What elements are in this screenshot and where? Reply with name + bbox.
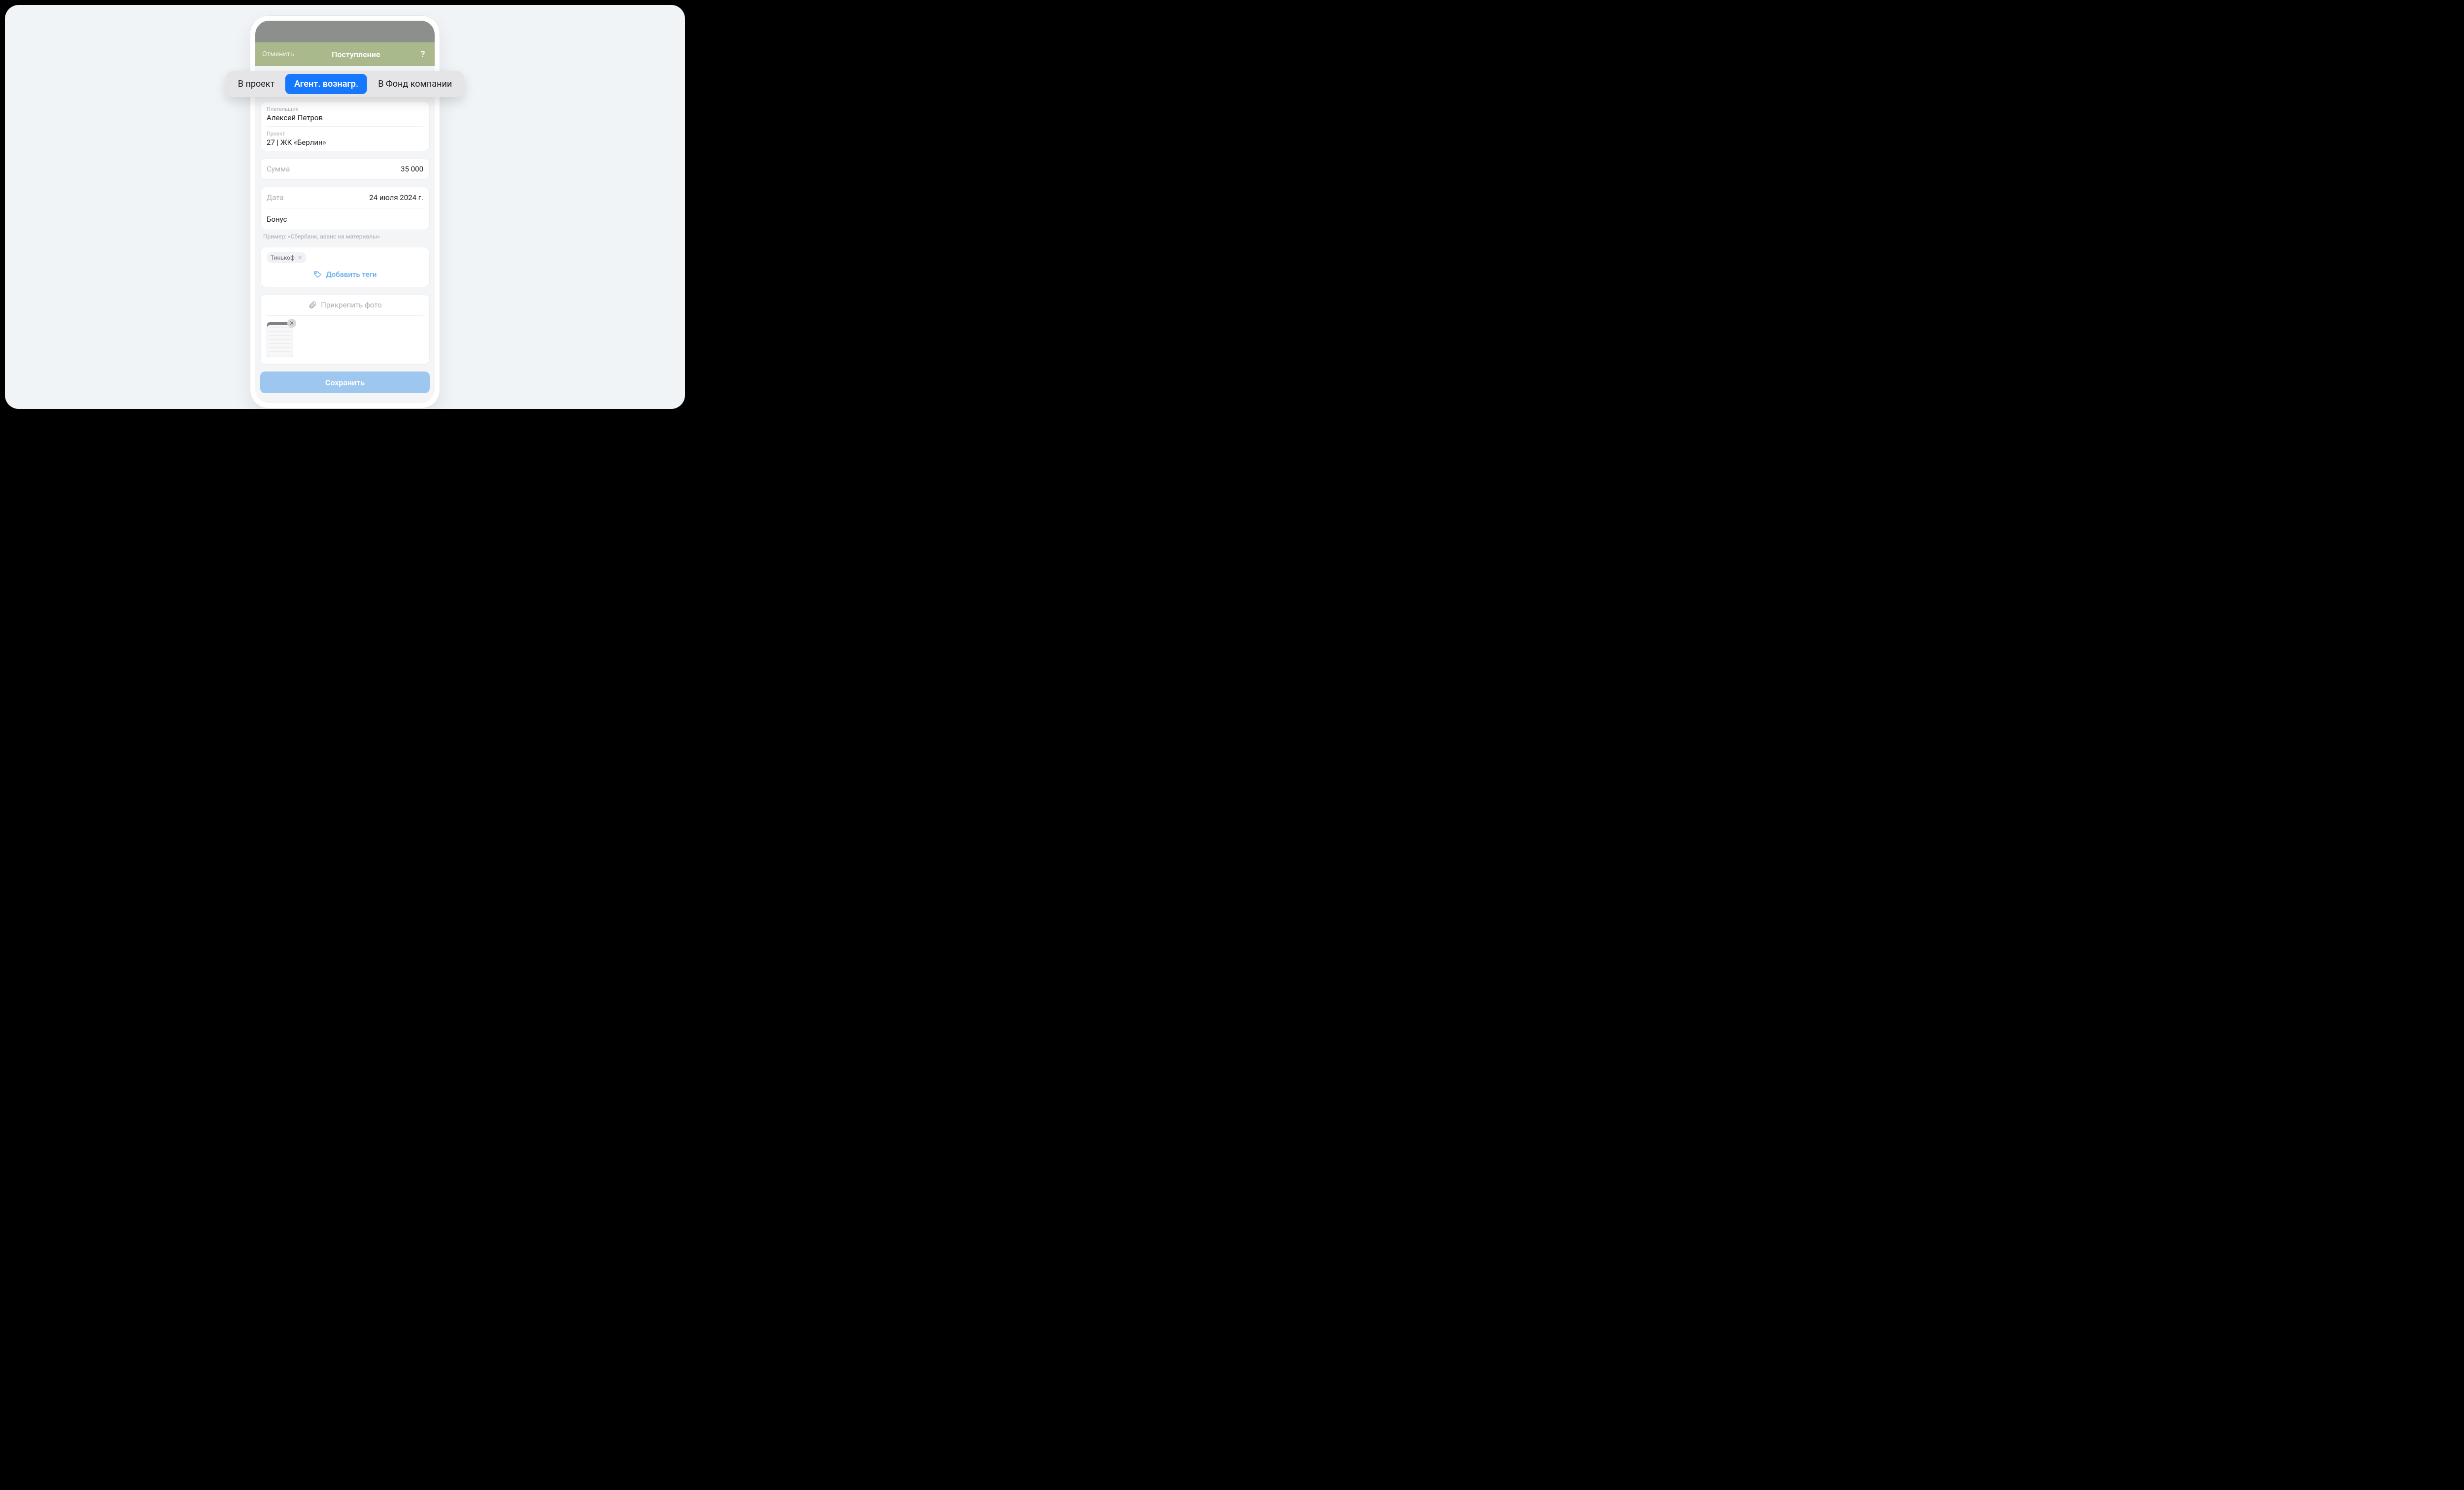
save-button[interactable]: Сохранить	[260, 372, 430, 393]
tab-agent[interactable]: Агент. вознагр.	[285, 74, 367, 94]
project-value: 27 | ЖК «Берлин»	[267, 138, 423, 147]
page-title: Поступление	[332, 50, 380, 59]
attach-card: Прикрепить фото ✕	[260, 294, 430, 365]
tag-chip-remove-icon[interactable]: ✕	[298, 254, 303, 261]
amount-card: Сумма 35 000	[260, 158, 430, 180]
date-label: Дата	[267, 193, 284, 202]
payer-label: Плательщик	[267, 106, 423, 112]
navbar: Отменить Поступление ?	[255, 42, 435, 66]
canvas: Отменить Поступление ? Плательщик Алексе…	[5, 5, 685, 409]
tag-icon	[313, 270, 322, 279]
add-tags-label: Добавить теги	[326, 270, 377, 279]
attachment-remove-button[interactable]: ✕	[287, 319, 296, 328]
amount-label: Сумма	[267, 165, 290, 173]
statusbar	[255, 21, 435, 42]
content: Плательщик Алексей Петров Проект 27 | ЖК…	[255, 66, 435, 403]
type-tabs: В проект Агент. вознагр. В Фонд компании	[226, 71, 464, 97]
project-row[interactable]: Проект 27 | ЖК «Берлин»	[261, 127, 429, 151]
divider	[267, 315, 423, 316]
cancel-button[interactable]: Отменить	[262, 50, 294, 58]
attachment-thumbnail[interactable]: ✕	[267, 322, 293, 357]
tab-fund[interactable]: В Фонд компании	[369, 74, 461, 94]
tags-card: Тинькоф ✕ Добавить теги	[260, 247, 430, 287]
payer-row[interactable]: Плательщик Алексей Петров	[261, 102, 429, 126]
amount-row[interactable]: Сумма 35 000	[261, 159, 429, 179]
add-tags-button[interactable]: Добавить теги	[267, 268, 423, 281]
tab-project[interactable]: В проект	[229, 74, 283, 94]
project-label: Проект	[267, 131, 423, 137]
date-note-card: Дата 24 июля 2024 г. Бонус	[260, 187, 430, 230]
date-row[interactable]: Дата 24 июля 2024 г.	[261, 187, 429, 208]
payer-value: Алексей Петров	[267, 113, 423, 122]
help-button[interactable]: ?	[418, 49, 428, 60]
tag-chip[interactable]: Тинькоф ✕	[267, 252, 307, 263]
amount-value: 35 000	[401, 165, 423, 173]
note-hint: Пример: «Сбербанк, аванс на материалы»	[260, 230, 430, 240]
attach-photo-button[interactable]: Прикрепить фото	[267, 301, 423, 309]
date-value: 24 июля 2024 г.	[369, 193, 423, 202]
payer-project-card: Плательщик Алексей Петров Проект 27 | ЖК…	[260, 102, 430, 151]
attach-label: Прикрепить фото	[321, 301, 381, 309]
paperclip-icon	[308, 301, 317, 309]
note-value: Бонус	[267, 215, 287, 224]
note-row[interactable]: Бонус	[261, 208, 429, 230]
tag-chip-label: Тинькоф	[271, 254, 295, 261]
